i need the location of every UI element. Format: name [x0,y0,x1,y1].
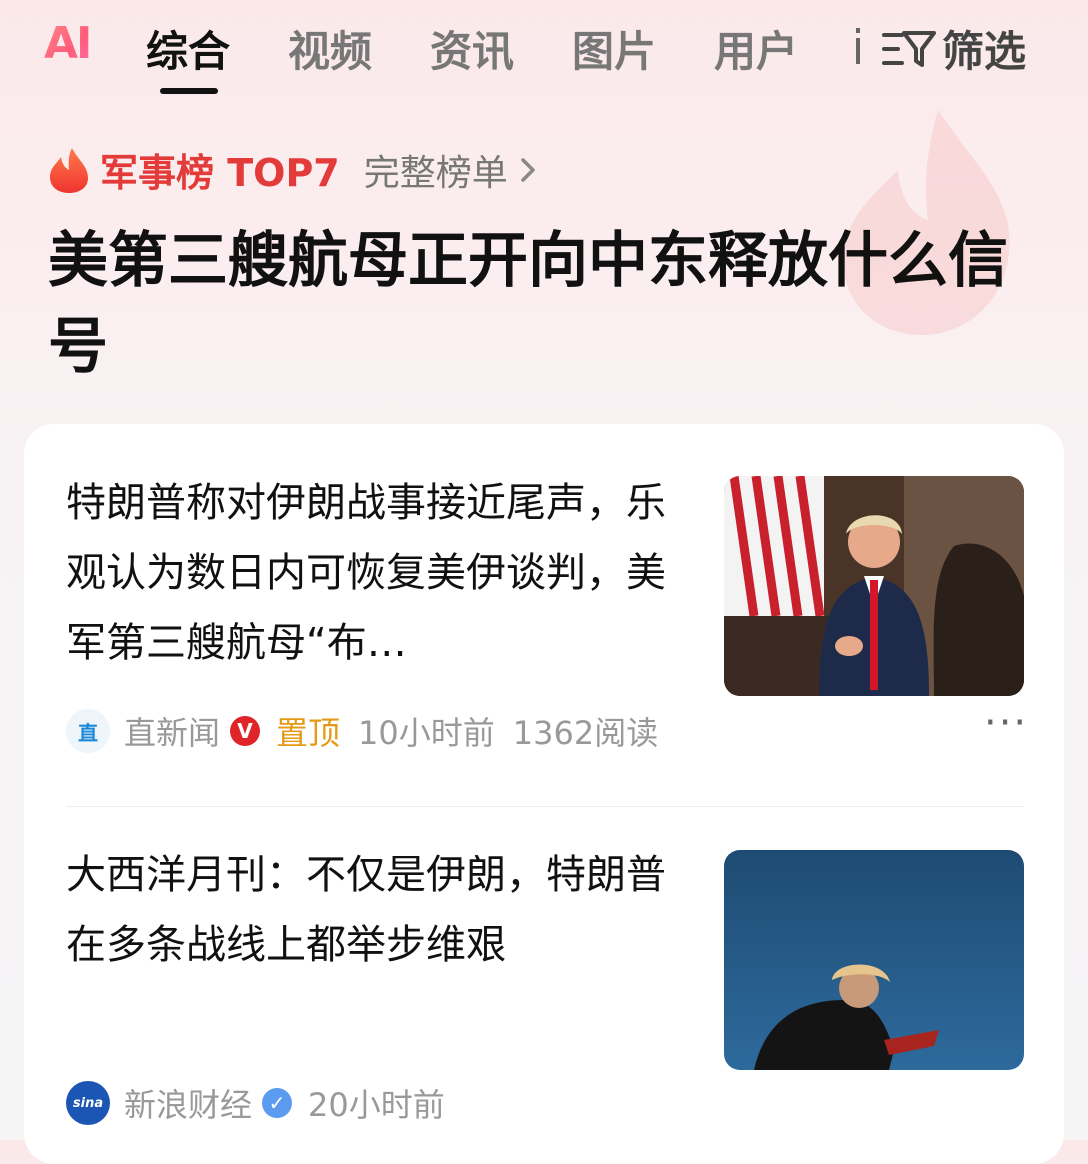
flame-icon [50,147,88,193]
tab-users[interactable]: 用户 [714,18,798,79]
news-meta: 直 直新闻 V 置顶 10小时前 1362阅读 [66,708,658,754]
more-options-icon[interactable]: ··· [984,700,1028,746]
source-name[interactable]: 新浪财经 [124,1080,252,1126]
hot-list-title: 军事榜 TOP7 [100,151,340,195]
tab-news[interactable]: 资讯 [430,18,514,79]
hot-topic-headline[interactable]: 美第三艘航母正开向中东释放什么信号 [48,218,1038,390]
news-item[interactable]: 特朗普称对伊朗战事接近尾声，乐观认为数日内可恢复美伊谈判，美军第三艘航母“布… [66,468,1026,768]
read-count: 1362阅读 [512,714,659,752]
filter-button[interactable]: 筛选 [882,18,1026,79]
source-avatar[interactable]: sina [66,1081,110,1125]
thumbnail-image [724,476,1024,696]
pinned-label: 置顶 [276,714,341,752]
publish-time: 10小时前 [358,714,495,752]
news-title[interactable]: 大西洋月刊：不仅是伊朗，特朗普在多条战线上都举步维艰 [66,840,686,980]
tab-comprehensive[interactable]: 综合 [146,18,230,79]
news-item[interactable]: 大西洋月刊：不仅是伊朗，特朗普在多条战线上都举步维艰 sina 新浪财经 ✓ 2… [66,840,1026,1140]
active-tab-indicator [160,88,218,94]
thumbnail-image [724,850,1024,1070]
news-title[interactable]: 特朗普称对伊朗战事接近尾声，乐观认为数日内可恢复美伊谈判，美军第三艘航母“布… [66,468,686,678]
ai-logo[interactable]: AI [44,18,92,69]
news-meta: sina 新浪财经 ✓ 20小时前 [66,1080,463,1126]
news-feed-card: 特朗普称对伊朗战事接近尾声，乐观认为数日内可恢复美伊谈判，美军第三艘航母“布… [24,424,1064,1164]
chevron-right-icon [521,157,535,182]
tab-video[interactable]: 视频 [288,18,372,79]
hot-list-header[interactable]: 军事榜 TOP7 完整榜单 [48,142,538,197]
verified-badge-icon: V [230,716,261,746]
source-avatar[interactable]: 直 [66,709,110,753]
top-nav: AI 综合 视频 资讯 图片 用户 筛选 [0,0,1088,100]
tab-images[interactable]: 图片 [572,18,656,79]
filter-label: 筛选 [942,27,1027,76]
full-list-link[interactable]: 完整榜单 [364,144,508,196]
news-thumbnail[interactable] [724,476,1024,696]
funnel-icon [882,30,936,67]
tab-overflow-icon [856,28,860,64]
publish-time: 20小时前 [308,1086,445,1124]
news-thumbnail[interactable] [724,850,1024,1070]
verified-badge-icon: ✓ [262,1088,293,1118]
news-divider [66,806,1024,807]
source-name[interactable]: 直新闻 [124,708,220,754]
